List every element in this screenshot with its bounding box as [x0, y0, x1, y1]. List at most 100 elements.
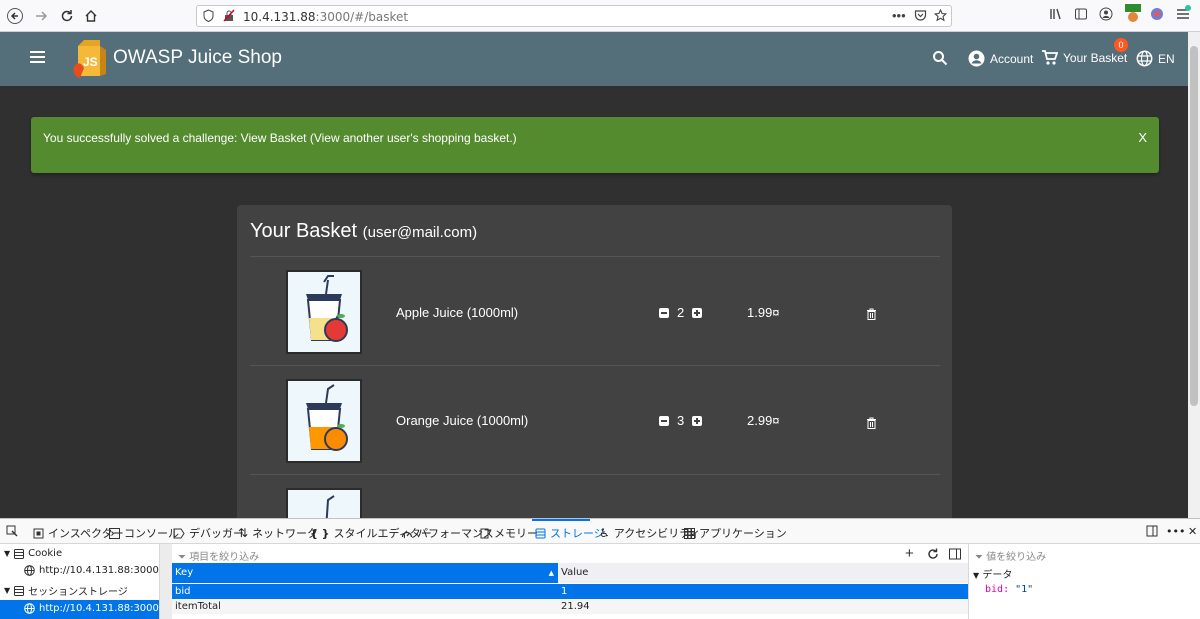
tab-label: コンソール — [124, 527, 179, 540]
tab-label: アプリケーション — [699, 527, 787, 540]
braces-icon: { } — [310, 526, 330, 540]
library-icon[interactable] — [1049, 7, 1063, 24]
product-name: Orange Juice (1000ml) — [396, 413, 529, 428]
url-path: :3000/#/basket — [315, 10, 409, 24]
account-label: Account — [990, 51, 1034, 66]
element-picker-icon[interactable] — [6, 525, 18, 537]
tab-storage[interactable]: ストレージ — [535, 525, 605, 541]
tab-network[interactable]: ⇅ ネットワーク — [238, 525, 318, 541]
page-scroll-thumb[interactable] — [1190, 46, 1198, 406]
basket-user: (user@mail.com) — [362, 224, 478, 241]
storage-icon — [14, 585, 25, 596]
close-devtools-icon[interactable]: ✕ — [1188, 525, 1197, 538]
menu-icon[interactable] — [30, 51, 45, 63]
basket-item-row: Apple Juice (1000ml) 2 1.99¤ — [250, 256, 940, 364]
increase-quantity-button[interactable] — [692, 307, 703, 318]
storage-icon — [14, 548, 25, 559]
cell-key: bid — [175, 586, 191, 597]
table-row[interactable]: 1 — [558, 584, 968, 599]
page-scrollbar[interactable] — [1188, 32, 1200, 518]
sidebar-icon[interactable] — [1074, 7, 1088, 24]
performance-icon — [401, 531, 413, 537]
orange-juice-image — [286, 379, 362, 463]
table-row[interactable]: bid — [172, 584, 558, 599]
quantity-value: 2 — [677, 305, 685, 320]
tab-debugger[interactable]: デバッガー — [173, 525, 244, 541]
expand-arrow-icon: ▼ — [4, 586, 11, 595]
more-actions-icon[interactable]: ••• — [892, 8, 906, 23]
delete-item-icon[interactable] — [866, 307, 877, 320]
tab-label: デバッガー — [189, 527, 244, 540]
tree-item-cookie[interactable]: ▼ Cookie — [4, 548, 62, 559]
home-icon[interactable] — [80, 5, 102, 27]
decrease-quantity-button[interactable] — [659, 415, 669, 426]
proxy-extension-icon[interactable] — [1122, 4, 1144, 27]
forward-icon[interactable] — [30, 5, 52, 27]
quantity-value: 3 — [677, 413, 685, 428]
delete-item-icon[interactable] — [866, 416, 877, 429]
tree-item-session-host[interactable]: http://10.4.131.88:3000 — [24, 603, 159, 614]
basket-title: Your Basket (user@mail.com) — [250, 220, 477, 243]
decrease-quantity-button[interactable] — [659, 307, 669, 318]
basket-label: Your Basket — [1063, 51, 1128, 65]
inspector-icon — [33, 528, 44, 538]
tree-item-cookie-host[interactable]: http://10.4.131.88:3000 — [24, 565, 159, 576]
filter-icon: ⏷ — [178, 552, 186, 563]
back-icon[interactable] — [4, 5, 26, 27]
tab-console[interactable]: コンソール — [109, 525, 179, 541]
tab-label: ストレージ — [550, 527, 605, 540]
dock-side-icon[interactable] — [1146, 525, 1158, 537]
browser-toolbar: 10.4.131.88:3000/#/basket ••• — [0, 0, 1200, 32]
column-header-key[interactable]: Key ▲ — [172, 563, 558, 583]
globe-icon — [24, 603, 35, 614]
bookmark-star-icon[interactable] — [933, 8, 948, 25]
filter-items-input[interactable]: ⏷ 項目を絞り込み — [178, 548, 259, 563]
cart-icon — [1042, 50, 1058, 65]
filter-values-input[interactable]: ⏷ 値を絞り込み — [975, 548, 1046, 563]
basket-button[interactable]: Your Basket — [1041, 50, 1127, 66]
tab-label: メモリー — [494, 527, 538, 540]
extension-icon[interactable] — [1149, 6, 1165, 25]
insecure-lock-icon[interactable] — [223, 9, 235, 25]
basket-count-badge: 0 — [1114, 38, 1128, 52]
table-row[interactable]: itemTotal — [172, 599, 558, 614]
increase-quantity-button[interactable] — [692, 415, 703, 426]
tree-scrollbar[interactable] — [160, 544, 172, 619]
column-header-value[interactable]: Value — [558, 563, 968, 583]
data-side-panel: ⏷ 値を絞り込み ▼ データ bid: "1" — [968, 544, 1200, 619]
shield-icon[interactable] — [203, 9, 214, 25]
language-button[interactable]: EN — [1136, 50, 1175, 67]
app-title[interactable]: OWASP Juice Shop — [113, 47, 282, 69]
tab-label: ネットワーク — [252, 527, 319, 540]
notification-close-button[interactable]: X — [1138, 130, 1147, 145]
juice-shop-logo[interactable]: JS — [70, 36, 108, 80]
tab-memory[interactable]: メモリー — [479, 525, 538, 541]
tab-application[interactable]: アプリケーション — [684, 525, 787, 541]
svg-text:JS: JS — [83, 55, 98, 69]
pocket-icon[interactable] — [914, 9, 927, 25]
account-button[interactable]: Account — [968, 50, 1033, 67]
url-text: 10.4.131.88:3000/#/basket — [243, 10, 408, 24]
data-section-header[interactable]: ▼ データ — [973, 566, 1012, 581]
table-row[interactable]: 21.94 — [558, 599, 968, 614]
challenge-solved-notification: You successfully solved a challenge: Vie… — [31, 117, 1159, 173]
basket-item-row: Orange Juice (1000ml) 3 2.99¤ — [250, 365, 940, 473]
search-icon — [933, 51, 948, 66]
tree-item-session-storage[interactable]: ▼ セッションストレージ — [4, 583, 128, 598]
url-bar[interactable]: 10.4.131.88:3000/#/basket ••• — [196, 5, 952, 27]
account-circle-icon[interactable] — [1099, 7, 1113, 24]
devtools-menu-icon[interactable]: ••• — [1166, 525, 1185, 538]
reload-icon[interactable] — [56, 5, 78, 27]
app-menu-icon[interactable] — [1175, 5, 1191, 24]
data-entry: bid: "1" — [985, 584, 1033, 595]
add-item-icon[interactable]: + — [905, 545, 914, 562]
accessibility-icon: ♿ — [599, 526, 610, 540]
memory-icon — [479, 528, 490, 538]
expand-arrow-icon: ▼ — [973, 571, 980, 580]
filter-placeholder: 項目を絞り込み — [189, 552, 260, 563]
data-value: "1" — [1015, 584, 1034, 595]
search-button[interactable] — [932, 50, 948, 66]
cell-value: 1 — [561, 586, 568, 597]
devtools-tab-bar: インスペクター コンソール デバッガー ⇅ ネットワーク { } スタイルエディ… — [0, 519, 1200, 544]
filter-icon: ⏷ — [975, 552, 983, 563]
